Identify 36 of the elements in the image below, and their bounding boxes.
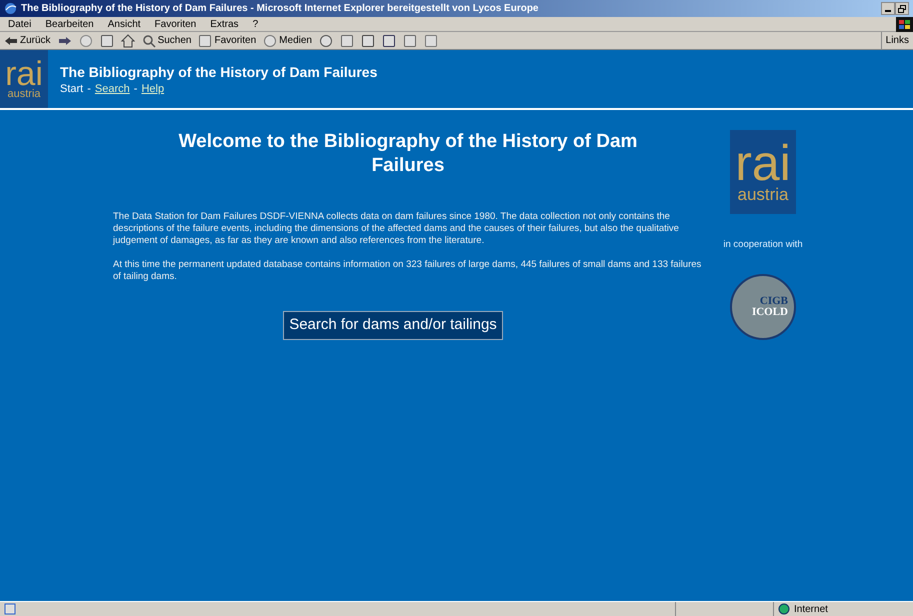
logo-text: rai (735, 140, 791, 186)
logo-subtext: austria (7, 88, 41, 100)
cooperation-text: in cooperation with (723, 238, 803, 252)
logo-subtext: austria (737, 186, 789, 204)
search-icon (142, 34, 156, 48)
menu-item[interactable]: ? (252, 16, 258, 32)
minimize-button[interactable] (881, 2, 895, 15)
site-title: The Bibliography of the History of Dam Failures (60, 62, 378, 82)
minimize-icon (885, 10, 891, 12)
nav-label: Start (60, 82, 84, 96)
intro-paragraph: The Data Station for Dam Failures DSDF-VIENNA collects data on dam failures since 1980. The data collection not only contains the descriptions of the failure events, including the dimensions of the affected dams and the causes of their failures, but also the qualitative judgement of damages, as far as they are known and also references from the literature. (113, 211, 680, 247)
nav-link[interactable]: Search (94, 82, 130, 96)
toolbar-button[interactable]: Zurück (4, 33, 51, 48)
links-label[interactable]: Links (880, 32, 913, 49)
logo-text: rai (5, 58, 43, 88)
zone-label: Internet (794, 602, 828, 616)
toolbar-button[interactable]: Medien (263, 33, 312, 48)
restore-button[interactable] (895, 2, 909, 15)
nav-separator: - (87, 82, 91, 96)
page-heading: Welcome to the Bibliography of the History of Dam Failures (178, 130, 638, 178)
intro-paragraph: At this time the permanent updated database contains information on 323 failures of large dams, 445 failures of small dams and 133 failures of tailing dams. (113, 259, 702, 283)
menu-item[interactable]: Extras (210, 16, 239, 32)
logo-text: ICOLD (752, 307, 788, 318)
menu-item[interactable]: Favoriten (154, 16, 196, 32)
menu-item[interactable]: Datei (8, 16, 32, 32)
nav-separator: - (134, 82, 138, 96)
logo-text: CIGB (760, 296, 788, 308)
search-button[interactable]: Search for dams and/or tailings (283, 311, 503, 340)
menu-item[interactable]: Bearbeiten (45, 16, 94, 32)
toolbar-button[interactable]: Suchen (142, 33, 192, 48)
toolbar-button[interactable]: Favoriten (198, 33, 256, 48)
windows-logo-icon (896, 16, 913, 32)
nav-link[interactable]: Help (141, 82, 164, 96)
window-title: The Bibliography of the History of Dam Failures - Microsoft Internet Explorer bereitgestellt von Lycos Europe (21, 2, 540, 16)
browser-icon (4, 2, 17, 15)
menu-item[interactable]: Ansicht (108, 16, 141, 32)
